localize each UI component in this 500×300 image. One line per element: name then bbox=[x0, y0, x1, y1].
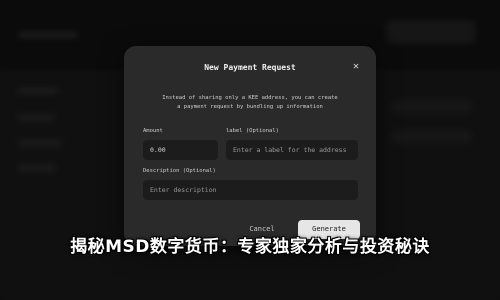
amount-label: Amount bbox=[143, 128, 163, 134]
headline-overlay: 揭秘MSD数字货币：专家独家分析与投资秘诀 bbox=[70, 237, 430, 257]
dialog-description: Instead of sharing only a KEE address, y… bbox=[140, 94, 360, 112]
label-input[interactable]: Enter a label for the address bbox=[226, 140, 358, 160]
payment-request-dialog: New Payment Request ✕ Instead of sharing… bbox=[124, 46, 376, 246]
description-field-label: Description (Optional) bbox=[143, 168, 216, 174]
close-icon[interactable]: ✕ bbox=[350, 61, 362, 73]
description-input[interactable]: Enter description bbox=[143, 180, 358, 200]
dialog-title: New Payment Request bbox=[204, 63, 296, 72]
amount-input[interactable]: 0.00 bbox=[143, 140, 218, 160]
label-field-label: label (Optional) bbox=[226, 128, 279, 134]
description-line: a payment request by bundling up informa… bbox=[177, 104, 323, 110]
description-line: Instead of sharing only a KEE address, y… bbox=[162, 95, 338, 101]
